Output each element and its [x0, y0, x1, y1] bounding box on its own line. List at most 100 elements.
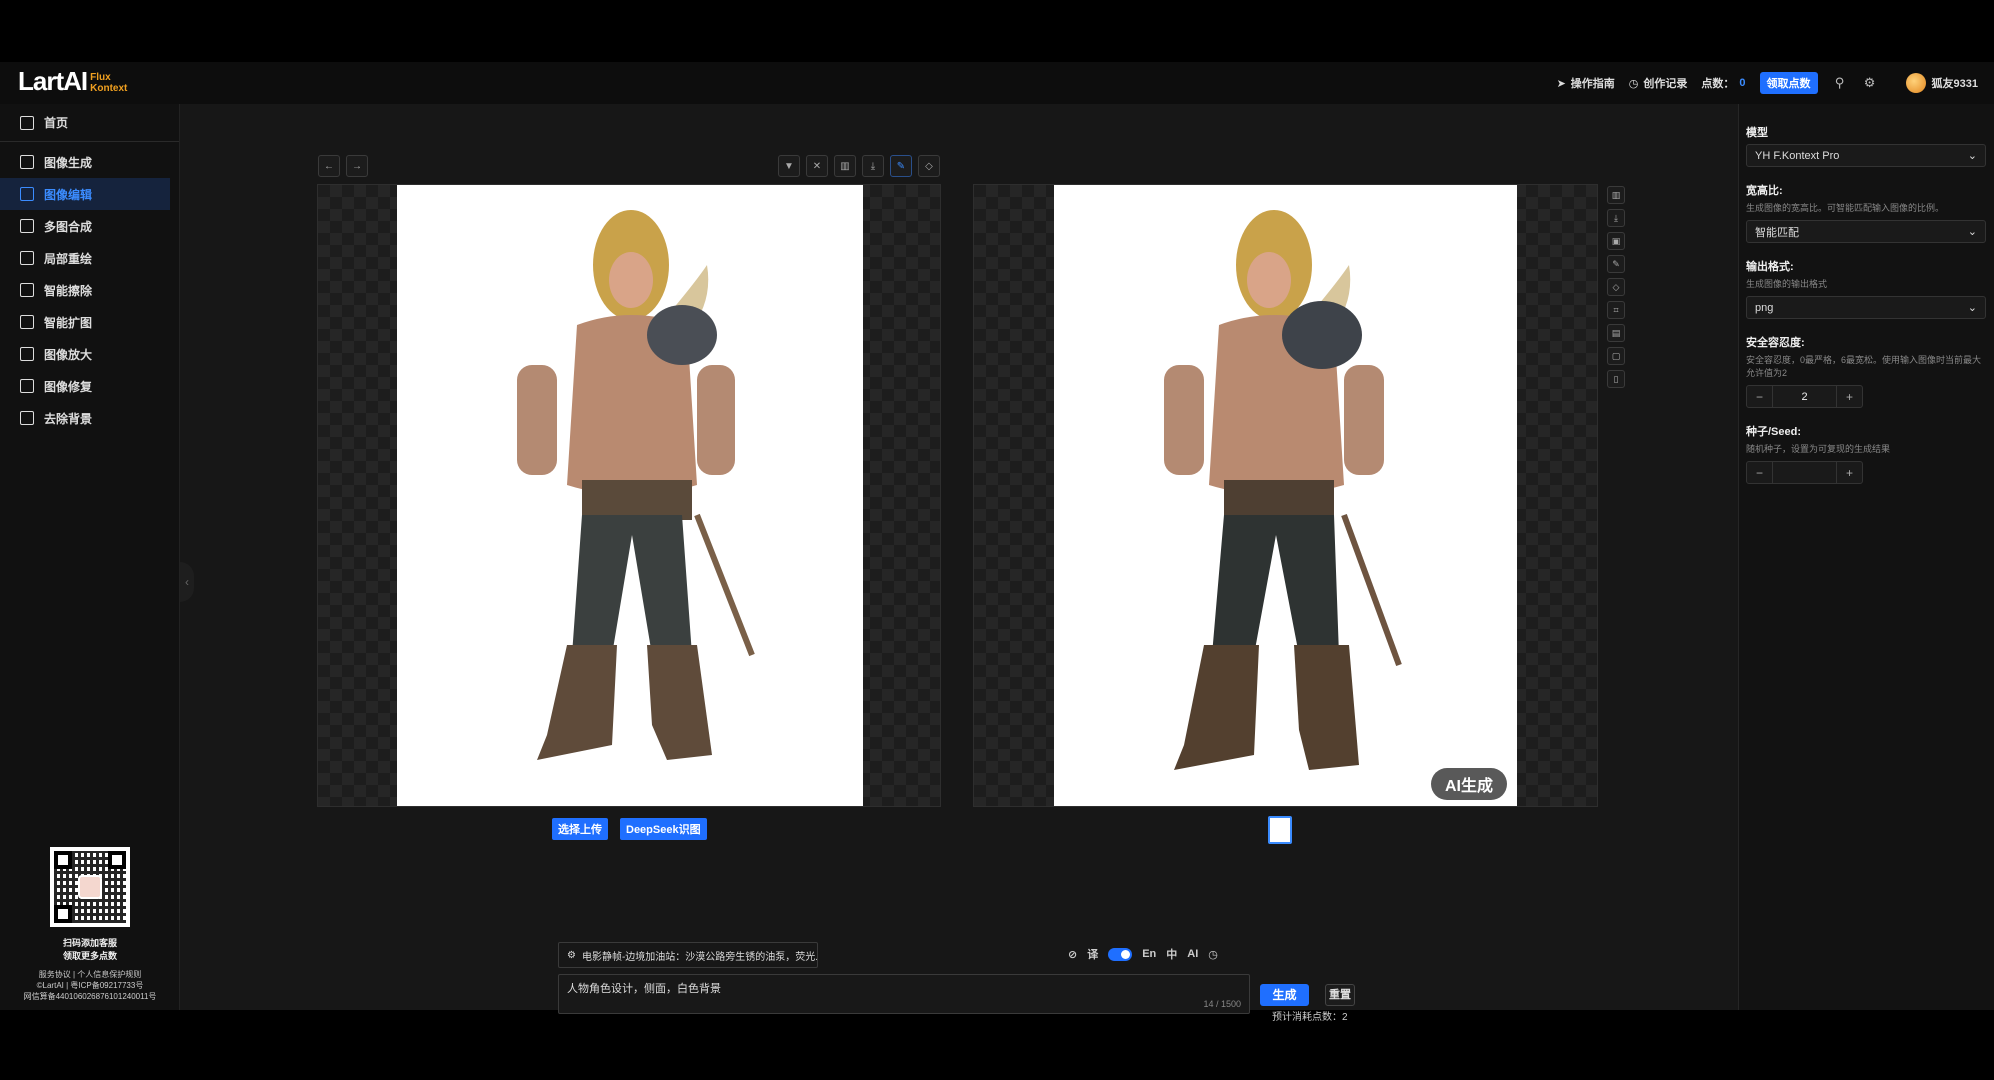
- sidebar-item-inpaint[interactable]: 局部重绘: [0, 242, 179, 274]
- chevron-down-icon: ⌄: [1967, 150, 1977, 162]
- eraser-icon: [20, 283, 34, 297]
- preset-text: 电影静帧-边境加油站：沙漠公路旁生锈的油泵，荧光...: [581, 951, 818, 963]
- seed-desc: 随机种子，设置为可复现的生成结果: [1746, 444, 1891, 454]
- remove-bg-icon[interactable]: ▯: [1607, 370, 1625, 388]
- seed-stepper[interactable]: − +: [1746, 461, 1863, 484]
- eraser-icon[interactable]: ◇: [1607, 278, 1625, 296]
- chevron-down-icon: ⌄: [1967, 226, 1977, 238]
- prompt-input[interactable]: 人物角色设计，侧面，白色背景 14 / 1500: [558, 974, 1250, 1014]
- claim-points-button[interactable]: 领取点数: [1759, 72, 1818, 94]
- output-image: AI生成: [1054, 185, 1517, 806]
- sidebar-item-repair[interactable]: 图像修复: [0, 370, 179, 402]
- sidebar-item-outpaint[interactable]: 智能扩图: [0, 306, 179, 338]
- logo-text: LartAI: [18, 66, 88, 96]
- home-icon: [20, 115, 34, 130]
- pen-icon[interactable]: ✎: [890, 155, 912, 177]
- sidebar-collapse-button[interactable]: ‹: [180, 562, 194, 602]
- logo-subtitle: Flux Kontext: [90, 72, 127, 94]
- sidebar-item-home[interactable]: 首页: [0, 104, 179, 142]
- minus-icon[interactable]: −: [1747, 462, 1773, 483]
- eraser-tool-icon[interactable]: ◇: [918, 155, 940, 177]
- canvas-toolbar: ▼ ✕ ▥ ⤓ ✎ ◇: [778, 155, 940, 177]
- username: 狐友9331: [1931, 78, 1978, 90]
- seed-input[interactable]: [1773, 462, 1836, 483]
- top-right-actions: ➤ 操作指南 ◷ 创作记录 点数： 0 领取点数 ⚲ ⚙ 狐友9331: [1557, 62, 1978, 104]
- safety-value[interactable]: 2: [1773, 386, 1836, 407]
- format-value: png: [1755, 301, 1774, 314]
- ai-button[interactable]: AI: [1187, 948, 1198, 960]
- safety-stepper[interactable]: − 2 +: [1746, 385, 1863, 408]
- trash-icon[interactable]: ▥: [834, 155, 856, 177]
- brush-icon[interactable]: ▼: [778, 155, 800, 177]
- upload-button[interactable]: 选择上传: [552, 818, 608, 840]
- qr-avatar: [78, 875, 102, 899]
- generate-button[interactable]: 生成: [1260, 984, 1309, 1006]
- output-image-panel[interactable]: AI生成: [973, 184, 1598, 807]
- qr-corner: [108, 851, 126, 869]
- image-icon[interactable]: ▣: [1607, 232, 1625, 250]
- footer-links[interactable]: 服务协议 | 个人信息保护规则: [0, 969, 180, 980]
- prompt-controls: ⊘ 译 En 中 AI ◷: [1068, 946, 1218, 962]
- guide-link[interactable]: ➤ 操作指南: [1557, 75, 1615, 91]
- sidebar-item-label: 图像生成: [44, 155, 93, 170]
- ratio-label: 宽高比:: [1746, 185, 1783, 197]
- output-thumbnail[interactable]: [1268, 816, 1292, 844]
- translate-toggle[interactable]: [1108, 947, 1133, 961]
- minus-icon[interactable]: −: [1747, 386, 1773, 407]
- model-label: 模型: [1746, 127, 1768, 139]
- edit-icon[interactable]: ✎: [1607, 255, 1625, 273]
- app-window: LartAI Flux Kontext ➤ 操作指南 ◷ 创作记录 点数： 0 领…: [0, 62, 1994, 1023]
- format-select[interactable]: png ⌄: [1746, 296, 1986, 319]
- history-link[interactable]: ◷ 创作记录: [1629, 75, 1688, 91]
- trash-icon[interactable]: ▥: [1607, 186, 1625, 204]
- download-icon[interactable]: ⤓: [862, 155, 884, 177]
- input-image-panel[interactable]: [317, 184, 941, 807]
- ratio-value: 智能匹配: [1755, 226, 1799, 239]
- undo-icon[interactable]: ←: [318, 155, 340, 177]
- send-icon: ➤: [1556, 77, 1566, 90]
- qr-corner: [54, 851, 72, 869]
- plus-icon[interactable]: +: [1836, 462, 1862, 483]
- repair-icon: [20, 379, 34, 393]
- seed-label: 种子/Seed:: [1746, 426, 1802, 438]
- chat-image-icon: [20, 155, 34, 169]
- repair-icon[interactable]: ▢: [1607, 347, 1625, 365]
- crop-icon: [20, 315, 34, 329]
- deepseek-button[interactable]: DeepSeek识图: [620, 818, 707, 840]
- history-icon[interactable]: ◷: [1208, 948, 1218, 961]
- history-label: 创作记录: [1643, 78, 1688, 90]
- upscale-icon: [20, 347, 34, 361]
- output-tools: ▥ ⤓ ▣ ✎ ◇ ⌗ ▤ ▢ ▯: [1607, 186, 1625, 388]
- crop-icon[interactable]: ⌗: [1607, 301, 1625, 319]
- sidebar-item-remove-bg[interactable]: 去除背景: [0, 402, 179, 434]
- lang-en-button[interactable]: En: [1142, 948, 1156, 960]
- reset-button[interactable]: 重置: [1325, 984, 1355, 1006]
- avatar: [1905, 73, 1926, 93]
- gear-icon[interactable]: ⚙: [1862, 75, 1878, 91]
- points-value: 0: [1739, 77, 1746, 89]
- guide-label: 操作指南: [1570, 78, 1615, 90]
- ratio-select[interactable]: 智能匹配 ⌄: [1746, 220, 1986, 243]
- sidebar-item-image-edit[interactable]: 图像编辑: [0, 178, 170, 210]
- sidebar-item-image-generation[interactable]: 图像生成: [0, 146, 179, 178]
- pin-icon[interactable]: ⚲: [1832, 75, 1848, 91]
- history-toolbar: ← →: [318, 155, 368, 177]
- upscale-icon[interactable]: ▤: [1607, 324, 1625, 342]
- remove-bg-icon: [20, 411, 34, 425]
- user-menu[interactable]: 狐友9331: [1905, 73, 1978, 93]
- logo[interactable]: LartAI Flux Kontext: [18, 66, 127, 96]
- sidebar-item-upscale[interactable]: 图像放大: [0, 338, 179, 370]
- lang-zh-button[interactable]: 中: [1166, 946, 1177, 962]
- model-select[interactable]: YH F.Kontext Pro ⌄: [1746, 144, 1986, 167]
- clear-icon[interactable]: ⊘: [1068, 948, 1077, 961]
- close-icon[interactable]: ✕: [806, 155, 828, 177]
- footer-police: 网信算备440106026876101240011号: [23, 992, 157, 1001]
- redo-icon[interactable]: →: [346, 155, 368, 177]
- style-preset-select[interactable]: ⚙ 电影静帧-边境加油站：沙漠公路旁生锈的油泵，荧光...: [558, 942, 818, 968]
- estimated-cost: 预计消耗点数：2: [1272, 1012, 1348, 1023]
- safety-label: 安全容忍度:: [1746, 337, 1805, 349]
- plus-icon[interactable]: +: [1836, 386, 1862, 407]
- sidebar-item-multi-image[interactable]: 多图合成: [0, 210, 179, 242]
- download-icon[interactable]: ⤓: [1607, 209, 1625, 227]
- sidebar-item-erase[interactable]: 智能擦除: [0, 274, 179, 306]
